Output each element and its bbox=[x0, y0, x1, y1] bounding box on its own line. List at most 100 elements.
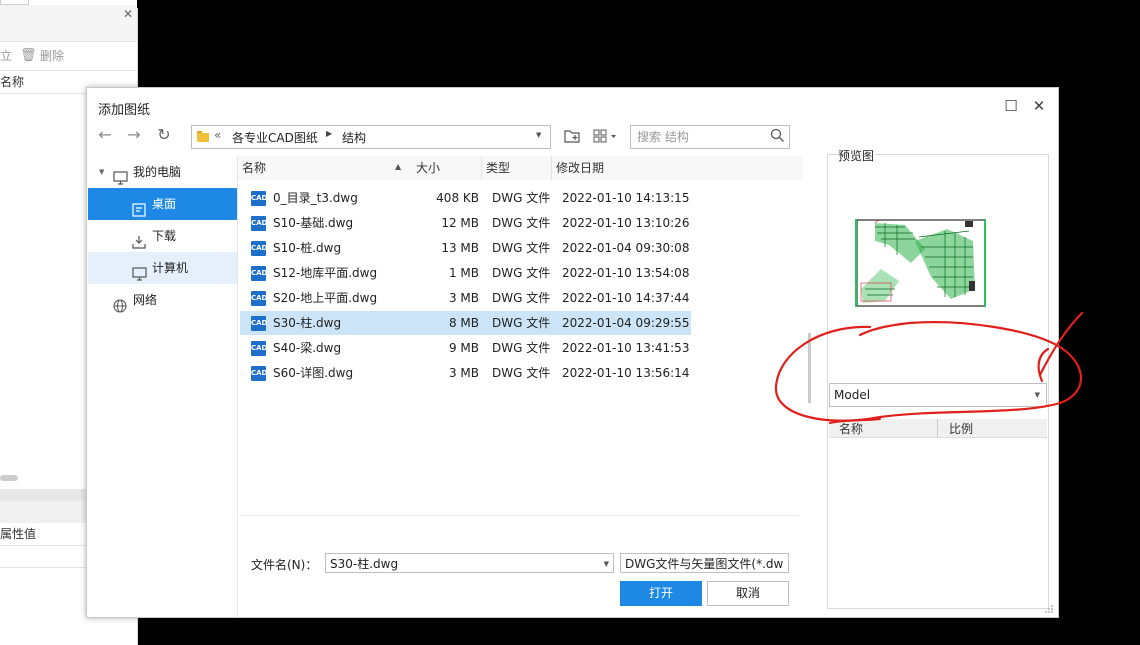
bg-toolbar-item[interactable]: 立 bbox=[0, 42, 12, 70]
address-dropdown-icon[interactable]: ▼ bbox=[536, 131, 541, 139]
file-name: S30-柱.dwg bbox=[273, 316, 342, 330]
nav-label: 计算机 bbox=[152, 261, 189, 275]
file-name: 0_目录_t3.dwg bbox=[273, 191, 358, 205]
resize-grip-icon[interactable] bbox=[1044, 603, 1054, 613]
file-list: 名称 ▲ 大小 类型 修改日期 CAD 0_目录_t3.dwg 408 KB DWG … bbox=[238, 156, 803, 506]
nav-item-desktop[interactable]: 桌面 bbox=[88, 188, 237, 220]
drawing-thumbnail bbox=[855, 219, 986, 307]
new-folder-icon[interactable] bbox=[563, 127, 581, 145]
filename-dropdown-icon[interactable]: ▼ bbox=[604, 554, 609, 574]
file-date: 2022-01-04 09:30:08 bbox=[562, 241, 690, 255]
maximize-icon[interactable]: ☐ bbox=[1001, 96, 1021, 116]
file-date: 2022-01-10 13:56:14 bbox=[562, 366, 690, 380]
file-size: 1 MB bbox=[448, 266, 479, 280]
file-name: S10-桩.dwg bbox=[273, 241, 342, 255]
cad-file-icon: CAD bbox=[251, 191, 267, 206]
monitor-icon bbox=[132, 261, 147, 281]
file-name: S40-梁.dwg bbox=[273, 341, 342, 355]
file-row[interactable]: CAD S30-柱.dwg 8 MB DWG 文件 2022-01-04 09:29:5… bbox=[240, 311, 691, 335]
column-header-name[interactable]: 名称 ▲ bbox=[238, 156, 416, 180]
column-label: 名称 bbox=[242, 161, 267, 175]
nav-label: 下载 bbox=[152, 229, 177, 243]
breadcrumb-separator-icon[interactable]: ▶ bbox=[326, 129, 332, 138]
breadcrumb-item-cad[interactable]: 各专业CAD图纸 bbox=[232, 129, 318, 146]
file-type: DWG 文件 bbox=[492, 216, 551, 230]
file-date: 2022-01-04 09:29:55 bbox=[562, 316, 690, 330]
forward-arrow-icon[interactable]: → bbox=[123, 124, 145, 146]
file-date: 2022-01-10 13:10:26 bbox=[562, 216, 690, 230]
horizontal-scroll-track[interactable] bbox=[238, 506, 799, 514]
folder-icon bbox=[196, 129, 210, 143]
column-header-type[interactable]: 类型 bbox=[482, 156, 552, 180]
file-date: 2022-01-10 13:41:53 bbox=[562, 341, 690, 355]
trash-icon: 🗑 bbox=[20, 48, 37, 63]
sort-ascending-icon: ▲ bbox=[395, 162, 402, 171]
desktop-icon bbox=[132, 197, 146, 217]
file-type: DWG 文件 bbox=[492, 366, 551, 380]
file-row[interactable]: CAD S10-基础.dwg 12 MB DWG 文件 2022-01-10 13:10… bbox=[240, 211, 691, 235]
file-type: DWG 文件 bbox=[492, 191, 551, 205]
file-name: S20-地上平面.dwg bbox=[273, 291, 378, 305]
address-bar[interactable]: « 各专业CAD图纸 ▶ 结构 ▼ bbox=[191, 125, 551, 149]
file-type: DWG 文件 bbox=[492, 266, 551, 280]
bg-scroll-thumb[interactable] bbox=[0, 475, 18, 481]
file-row[interactable]: CAD S40-梁.dwg 9 MB DWG 文件 2022-01-10 13:41:5… bbox=[240, 336, 691, 360]
file-size: 12 MB bbox=[441, 216, 479, 230]
search-icon[interactable] bbox=[770, 128, 785, 143]
file-type: DWG 文件 bbox=[492, 291, 551, 305]
close-icon[interactable]: ✕ bbox=[1029, 96, 1049, 116]
nav-item-downloads[interactable]: 下载 bbox=[88, 220, 237, 252]
open-button[interactable]: 打开 bbox=[620, 581, 702, 606]
column-header-size[interactable]: 大小 bbox=[412, 156, 482, 180]
globe-icon bbox=[113, 293, 127, 313]
refresh-icon[interactable]: ↻ bbox=[153, 124, 175, 146]
file-name: S12-地库平面.dwg bbox=[273, 266, 378, 280]
bg-delete-button[interactable]: 删除 bbox=[40, 42, 64, 70]
file-type: DWG 文件 bbox=[492, 241, 551, 255]
file-date: 2022-01-10 14:37:44 bbox=[562, 291, 690, 305]
file-row[interactable]: CAD 0_目录_t3.dwg 408 KB DWG 文件 2022-01-10 14:… bbox=[240, 186, 691, 210]
dialog-title: 添加图纸 bbox=[98, 103, 151, 118]
file-row[interactable]: CAD S20-地上平面.dwg 3 MB DWG 文件 2022-01-10 14:3… bbox=[240, 286, 691, 310]
view-options-icon[interactable] bbox=[592, 127, 622, 145]
overflow-chevron-icon[interactable]: « bbox=[214, 128, 221, 142]
file-size: 8 MB bbox=[448, 316, 479, 330]
search-input[interactable] bbox=[635, 126, 764, 148]
cancel-button[interactable]: 取消 bbox=[707, 581, 789, 606]
nav-item-network[interactable]: 网络 bbox=[88, 284, 237, 316]
filename-combobox[interactable]: S30-柱.dwg ▼ bbox=[325, 553, 614, 573]
nav-item-pc[interactable]: 计算机 bbox=[88, 252, 237, 284]
filename-input[interactable]: S30-柱.dwg bbox=[330, 557, 398, 571]
file-row[interactable]: CAD S12-地库平面.dwg 1 MB DWG 文件 2022-01-10 13:5… bbox=[240, 261, 691, 285]
preview-label: 预览图 bbox=[837, 147, 876, 164]
file-row[interactable]: CAD S10-桩.dwg 13 MB DWG 文件 2022-01-04 09:30:… bbox=[240, 236, 691, 260]
red-annotation-circle bbox=[774, 311, 1084, 424]
file-row[interactable]: CAD S60-详图.dwg 3 MB DWG 文件 2022-01-10 13:56:… bbox=[240, 361, 691, 385]
cad-file-icon: CAD bbox=[251, 216, 267, 231]
breadcrumb-item-structure[interactable]: 结构 bbox=[342, 129, 366, 146]
nav-label: 网络 bbox=[133, 293, 158, 307]
back-arrow-icon[interactable]: ← bbox=[94, 124, 116, 146]
file-type: DWG 文件 bbox=[492, 341, 551, 355]
filetype-select[interactable]: DWG文件与矢量图文件(*.dw bbox=[620, 553, 789, 573]
nav-item-my-computer[interactable]: ▼ 我的电脑 bbox=[88, 156, 237, 188]
bg-col-name: 名称 bbox=[0, 75, 25, 89]
desktop-background bbox=[137, 0, 1140, 8]
filetype-value: DWG文件与矢量图文件(*.dw bbox=[625, 557, 784, 571]
file-name: S10-基础.dwg bbox=[273, 216, 354, 230]
bottom-divider bbox=[238, 515, 799, 516]
file-type: DWG 文件 bbox=[492, 316, 551, 330]
computer-icon bbox=[113, 165, 128, 185]
column-header-date[interactable]: 修改日期 bbox=[552, 156, 803, 180]
file-date: 2022-01-10 14:13:15 bbox=[562, 191, 690, 205]
column-label: 大小 bbox=[416, 161, 441, 175]
search-box bbox=[630, 125, 790, 149]
file-size: 3 MB bbox=[448, 366, 479, 380]
bg-prop-value-label: 属性值 bbox=[0, 527, 37, 541]
cad-file-icon: CAD bbox=[251, 241, 267, 256]
file-size: 3 MB bbox=[448, 291, 479, 305]
file-name: S60-详图.dwg bbox=[273, 366, 354, 380]
bg-close-icon[interactable]: ✕ bbox=[123, 7, 133, 21]
nav-label: 桌面 bbox=[152, 197, 177, 211]
expand-chevron-icon[interactable]: ▼ bbox=[99, 156, 104, 188]
